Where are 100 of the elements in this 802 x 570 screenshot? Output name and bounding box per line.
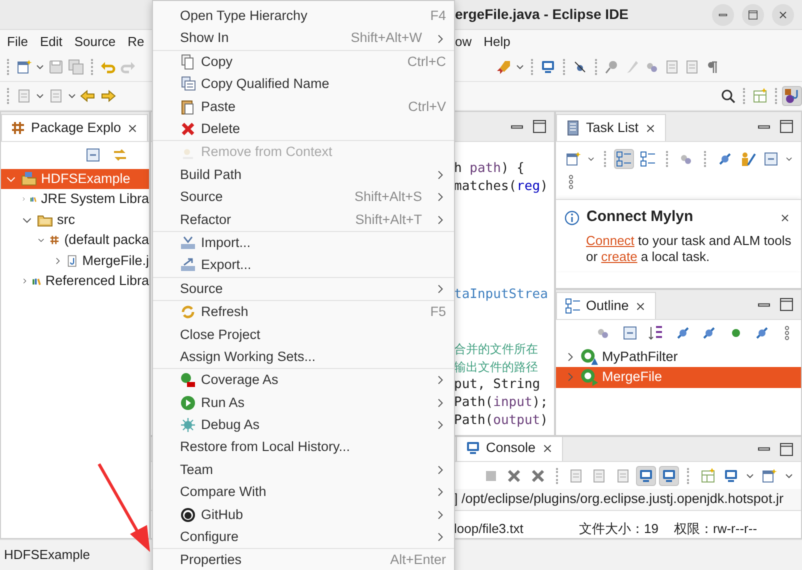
menu-item[interactable]: Properties Alt+Enter <box>153 549 454 570</box>
show-stderr-button[interactable] <box>659 466 679 486</box>
menu-bar-item[interactable]: Source <box>68 32 122 52</box>
focus-icon <box>716 150 733 166</box>
view-tab[interactable]: Console <box>456 437 563 461</box>
tree-item[interactable]: MergeFile <box>556 367 801 388</box>
menu-item[interactable]: Source Shift+Alt+S <box>153 186 454 209</box>
menu-item[interactable]: Refactor Shift+Alt+T <box>153 208 454 231</box>
code-line: h path) { <box>454 160 526 178</box>
menu-item[interactable]: Close Project <box>153 323 454 346</box>
console-icon <box>465 440 481 456</box>
scheduled-button[interactable] <box>638 148 658 168</box>
project-folder-icon <box>21 170 37 187</box>
run-icon <box>180 394 196 411</box>
menu-item[interactable]: Paste Ctrl+V <box>153 96 454 118</box>
console-text: 文件大小：19 <box>579 520 660 538</box>
link-with-editor-icon <box>112 147 128 164</box>
menu-item[interactable]: Delete <box>153 118 454 140</box>
maximize-icon <box>780 298 793 311</box>
code-line: Path(input); <box>454 394 549 412</box>
show-stdout-button[interactable] <box>636 466 656 486</box>
people-icon <box>740 150 756 166</box>
view-tab[interactable]: Outline <box>556 292 656 319</box>
menu-item[interactable]: Run As <box>153 392 454 414</box>
delete-icon <box>180 121 196 138</box>
minimize-icon <box>758 302 770 306</box>
arrow-left-icon <box>80 88 96 104</box>
menu-bar-item[interactable]: File <box>0 32 34 52</box>
copy-icon <box>180 54 196 70</box>
tree-item[interactable]: Referenced Libra <box>1 271 149 292</box>
menu-item[interactable]: Show In Shift+Alt+W <box>153 27 454 50</box>
menu-item[interactable]: Open Type Hierarchy F4 <box>153 5 454 28</box>
view-tab[interactable]: Package Explo <box>1 114 148 141</box>
word-wrap-icon <box>614 468 630 484</box>
remove-icon <box>506 468 522 484</box>
menu-bar-item[interactable]: Edit <box>34 32 68 52</box>
link[interactable]: Connect <box>586 232 634 248</box>
tree-item[interactable]: (default packa <box>1 230 149 250</box>
menu-item[interactable]: Refresh F5 <box>153 301 454 324</box>
popup-message: Connect to your task and ALM tools or create a local task. <box>585 232 792 265</box>
menu-item[interactable]: Restore from Local History... <box>153 436 454 459</box>
menu-item[interactable]: Copy Ctrl+C <box>153 50 454 74</box>
tree-item[interactable]: JRE System Libra <box>1 189 149 210</box>
collapse-all-icon <box>763 150 780 166</box>
menu-item[interactable]: Export... <box>153 254 454 277</box>
refresh-icon <box>180 304 196 320</box>
menu-bar-item[interactable]: ow <box>455 32 478 52</box>
scheduled-icon <box>640 150 656 166</box>
minimize-icon <box>758 447 770 451</box>
view-tab[interactable]: Task List <box>556 114 666 141</box>
import-icon <box>180 235 196 252</box>
code-line: matches(reg) <box>454 178 549 196</box>
java-perspective-icon <box>784 88 800 104</box>
menu-item[interactable]: Import... <box>153 232 454 254</box>
menu-item[interactable]: Configure <box>153 526 454 548</box>
menu-bar-item[interactable]: Help <box>478 32 516 52</box>
history-icon <box>48 88 64 104</box>
maximize-icon <box>780 442 793 456</box>
clipboard-icon <box>180 98 196 115</box>
tree-item[interactable]: MyPathFilter <box>556 346 801 367</box>
rocket-icon <box>496 59 512 75</box>
document-icon <box>664 59 680 75</box>
redo-arrow-icon <box>120 59 136 75</box>
task-list-icon <box>565 120 581 136</box>
search-icon <box>720 88 736 104</box>
minimize-icon <box>511 124 523 128</box>
save-icon <box>48 59 64 75</box>
menu-item[interactable]: Assign Working Sets... <box>153 346 454 368</box>
class-icon <box>580 348 598 366</box>
minimize-button[interactable] <box>712 4 734 26</box>
close-icon <box>779 212 791 224</box>
open-perspective-icon <box>752 88 768 104</box>
menu-item[interactable]: Source <box>153 278 454 300</box>
arrow-right-icon <box>100 88 116 104</box>
code-line: put, String <box>454 376 542 394</box>
link[interactable]: create <box>601 248 638 264</box>
menu-item[interactable]: Debug As <box>153 414 454 436</box>
page-icon <box>684 59 700 75</box>
menu-item[interactable]: Copy Qualified Name <box>153 73 454 96</box>
close-button[interactable] <box>772 4 794 26</box>
menu-bar-item[interactable]: Re <box>122 32 150 52</box>
show-stdout-icon <box>638 468 654 484</box>
menu-item[interactable]: Coverage As <box>153 369 454 392</box>
menu-item[interactable]: Build Path <box>153 164 454 186</box>
close-icon <box>777 8 789 20</box>
tree-item[interactable]: src <box>1 210 149 230</box>
maximize-button[interactable] <box>742 4 764 26</box>
tree-item[interactable]: HDFSExample <box>1 168 149 189</box>
console-text: loop/file3.txt <box>454 520 524 538</box>
collapse-all-icon <box>85 147 101 164</box>
console-text: 权限：rw-r--r-- <box>674 520 758 538</box>
java-perspective-button[interactable] <box>782 86 802 106</box>
monitor-icon <box>540 59 556 75</box>
outline-icon <box>565 298 581 314</box>
categorized-button[interactable] <box>614 148 634 168</box>
menu-item[interactable]: Team <box>153 458 454 482</box>
new-task-icon <box>564 150 580 166</box>
categorized-icon <box>616 150 632 166</box>
remove-all-icon <box>530 468 546 484</box>
tree-item[interactable]: MergeFile.j <box>1 250 149 271</box>
